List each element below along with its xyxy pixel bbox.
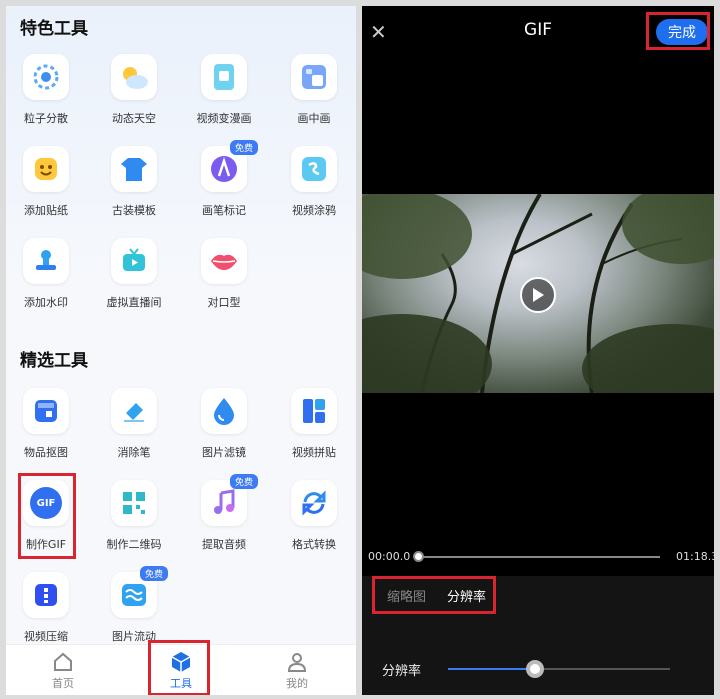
- tool-add-sticker[interactable]: 添加贴纸: [6, 146, 88, 230]
- qr-code-icon: [111, 480, 157, 526]
- tab-home[interactable]: 首页: [28, 649, 98, 691]
- tool-format-convert[interactable]: 格式转换: [272, 480, 356, 564]
- highlight-done: [646, 12, 710, 50]
- featured-tools-title: 特色工具: [20, 19, 88, 39]
- doodle-icon: [291, 146, 337, 192]
- tool-label: 添加水印: [24, 296, 68, 309]
- play-button[interactable]: [520, 277, 556, 313]
- highlight-segments: [372, 576, 496, 614]
- tab-profile[interactable]: 我的: [262, 649, 332, 691]
- tool-picture-in-picture[interactable]: 画中画: [272, 54, 356, 138]
- tool-label: 物品抠图: [24, 446, 68, 459]
- cutout-icon: [23, 388, 69, 434]
- tool-costume-template[interactable]: 古装模板: [92, 146, 176, 230]
- tool-dynamic-sky[interactable]: 动态天空: [92, 54, 176, 138]
- tv-icon: [111, 238, 157, 284]
- collage-icon: [291, 388, 337, 434]
- costume-icon: [111, 146, 157, 192]
- screenshot-frame: 特色工具 粒子分散 动态天空 视频变漫画 画中画 添加贴纸 古装模板 免费 画笔…: [0, 0, 720, 699]
- tool-video-to-comic[interactable]: 视频变漫画: [182, 54, 266, 138]
- tool-label: 对口型: [207, 296, 241, 309]
- tool-label: 视频涂鸦: [292, 204, 336, 217]
- tool-label: 虚拟直播间: [106, 296, 162, 309]
- highlight-tools-tab: [148, 640, 210, 695]
- tool-eraser-pen[interactable]: 消除笔: [92, 388, 176, 472]
- tab-label: 首页: [52, 677, 74, 690]
- gif-editor: ✕ GIF 完成 00:00.0 01:18.3 缩略图 分辨率 分辨率: [362, 6, 714, 695]
- tool-object-cutout[interactable]: 物品抠图: [6, 388, 88, 472]
- tool-label: 视频压缩: [24, 630, 68, 643]
- timeline-track[interactable]: [418, 556, 660, 558]
- tool-video-collage[interactable]: 视频拼贴: [272, 388, 356, 472]
- tool-label: 画笔标记: [202, 204, 246, 217]
- tool-video-doodle[interactable]: 视频涂鸦: [272, 146, 356, 230]
- timeline: 00:00.0 01:18.3: [362, 538, 714, 576]
- free-badge: 免费: [139, 566, 168, 581]
- tool-pen-mark[interactable]: 免费 画笔标记: [182, 140, 266, 230]
- stamp-icon: [23, 238, 69, 284]
- timeline-scrubber[interactable]: [413, 551, 424, 562]
- resolution-label: 分辨率: [382, 664, 422, 679]
- particle-icon: [23, 54, 69, 100]
- tool-label: 图片滤镜: [202, 446, 246, 459]
- selected-tools-title: 精选工具: [20, 351, 88, 371]
- tool-label: 格式转换: [292, 538, 336, 551]
- tool-label: 添加贴纸: [24, 204, 68, 217]
- compress-icon: [23, 572, 69, 618]
- resolution-slider-knob[interactable]: [525, 660, 544, 678]
- tool-label: 消除笔: [117, 446, 151, 459]
- tool-label: 古装模板: [112, 204, 156, 217]
- convert-icon: [291, 480, 337, 526]
- tools-page: 特色工具 粒子分散 动态天空 视频变漫画 画中画 添加贴纸 古装模板 免费 画笔…: [6, 6, 356, 695]
- tool-lip-sync[interactable]: 对口型: [182, 238, 266, 322]
- resolution-slider-fill: [448, 668, 535, 670]
- free-badge: 免费: [229, 140, 258, 155]
- free-badge: 免费: [229, 474, 258, 489]
- eraser-icon: [111, 388, 157, 434]
- time-current: 00:00.0: [368, 550, 411, 563]
- picture-in-picture-icon: [291, 54, 337, 100]
- tool-virtual-live-room[interactable]: 虚拟直播间: [92, 238, 176, 322]
- settings-panel: 缩略图 分辨率 分辨率: [362, 576, 714, 695]
- tool-label: 粒子分散: [24, 112, 68, 125]
- tool-particle-scatter[interactable]: 粒子分散: [6, 54, 88, 138]
- lips-icon: [201, 238, 247, 284]
- tool-make-qr-code[interactable]: 制作二维码: [92, 480, 176, 564]
- tool-label: 画中画: [297, 112, 331, 125]
- highlight-make-gif: [18, 473, 76, 559]
- tool-label: 视频变漫画: [196, 112, 252, 125]
- home-icon: [28, 649, 98, 675]
- tool-label: 提取音频: [202, 538, 246, 551]
- time-total: 01:18.3: [676, 550, 714, 563]
- weather-icon: [111, 54, 157, 100]
- tab-label: 我的: [286, 677, 308, 690]
- sticker-icon: [23, 146, 69, 192]
- tool-label: 视频拼贴: [292, 446, 336, 459]
- tool-label: 制作二维码: [106, 538, 162, 551]
- comic-icon: [201, 54, 247, 100]
- tool-extract-audio[interactable]: 免费 提取音频: [182, 474, 266, 564]
- tool-label: 动态天空: [112, 112, 156, 125]
- tool-add-watermark[interactable]: 添加水印: [6, 238, 88, 322]
- tool-image-filter[interactable]: 图片滤镜: [182, 388, 266, 472]
- filter-drop-icon: [201, 388, 247, 434]
- profile-icon: [262, 649, 332, 675]
